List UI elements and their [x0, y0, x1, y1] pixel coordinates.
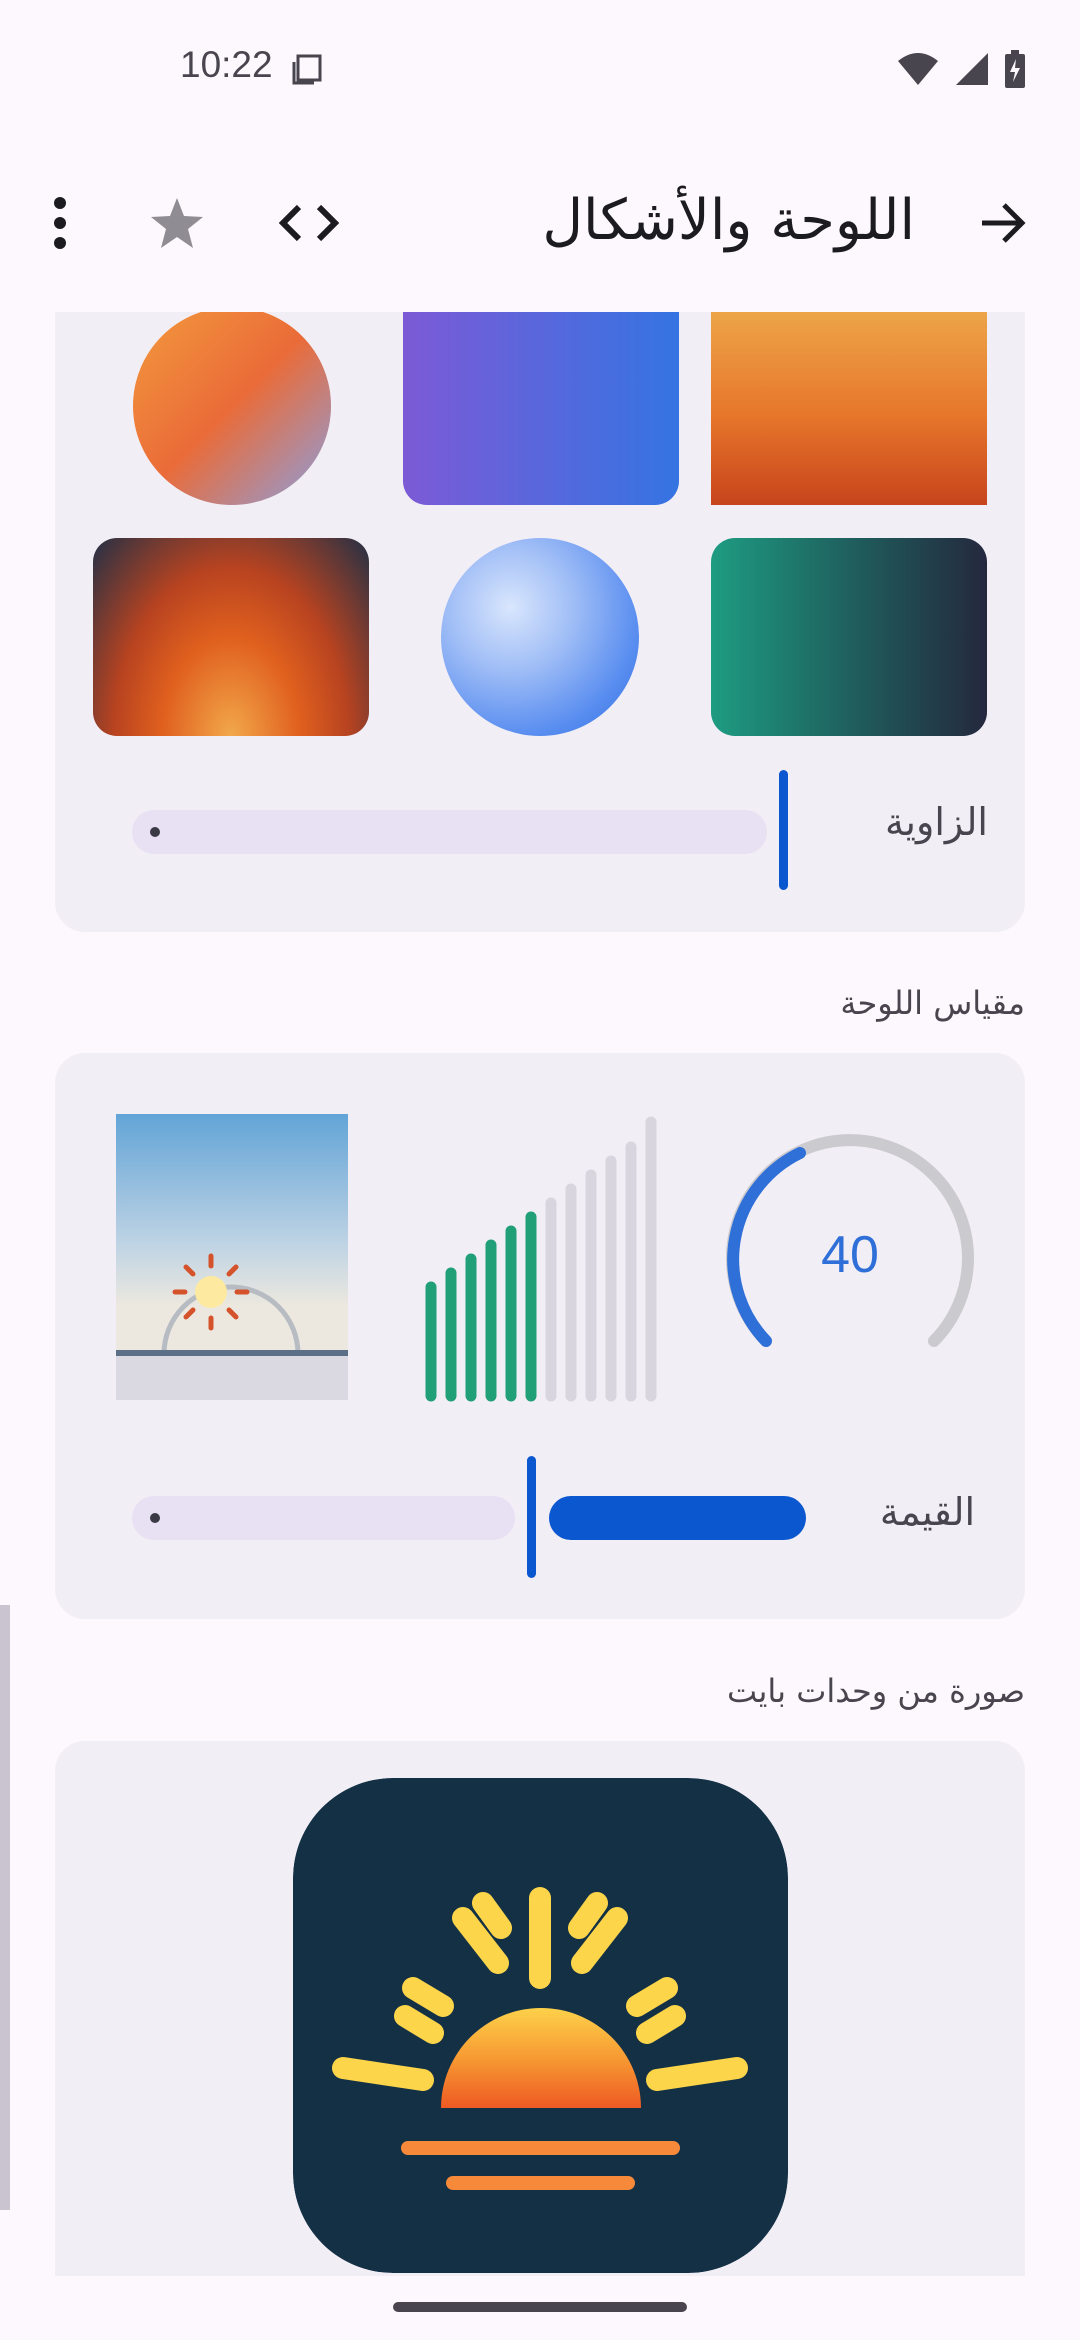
angle-label: الزاوية [885, 800, 988, 844]
value-slider-inactive-track [132, 1496, 515, 1540]
value-slider-stop-dot [150, 1513, 160, 1523]
signal-icon [954, 51, 990, 91]
wifi-icon [896, 51, 940, 91]
status-time: 10:22 [180, 44, 273, 85]
angle-slider-stop-dot [150, 827, 160, 837]
value-slider[interactable] [132, 1456, 812, 1578]
screenshot-icon [290, 52, 324, 86]
gradient-circle-linear [133, 312, 331, 505]
battery-charging-icon [1004, 50, 1026, 92]
value-label: القيمة [879, 1490, 975, 1534]
more-options-button[interactable] [15, 180, 105, 270]
more-vert-icon [50, 195, 70, 255]
gauge-value-text: 40 [821, 1226, 879, 1284]
arrow-forward-icon [978, 201, 1028, 249]
star-icon [149, 196, 205, 254]
value-slider-thumb[interactable] [527, 1456, 536, 1578]
signal-bars-chart [423, 1114, 659, 1404]
angle-slider[interactable] [132, 770, 792, 890]
gradient-rect-purple-blue [403, 312, 679, 505]
scroll-indicator[interactable] [0, 1605, 10, 2210]
gradient-sphere-blue [441, 538, 639, 736]
code-icon [278, 203, 340, 247]
angle-slider-track [132, 810, 767, 854]
sunrise-scene-image [116, 1114, 348, 1400]
byte-image-section-label: صورة من وحدات بايت [727, 1672, 1025, 1710]
back-button[interactable] [958, 180, 1048, 270]
value-slider-active-track [549, 1496, 806, 1540]
angle-slider-thumb[interactable] [779, 770, 788, 890]
gradient-rect-teal-navy [711, 538, 987, 736]
status-bar: 10:22 [0, 0, 1080, 140]
top-app-bar: اللوحة والأشكال [0, 170, 1080, 280]
gradient-rect-orange [711, 312, 987, 505]
sunrise-app-icon-image [293, 1778, 788, 2273]
view-code-button[interactable] [264, 180, 354, 270]
canvas-gauge-section-label: مقياس اللوحة [840, 984, 1025, 1022]
gradient-rect-radial-sunset [93, 538, 369, 736]
status-icons [896, 50, 1026, 92]
home-indicator[interactable] [393, 2302, 687, 2312]
page-title: اللوحة والأشكال [542, 188, 915, 253]
favorite-button[interactable] [132, 180, 222, 270]
